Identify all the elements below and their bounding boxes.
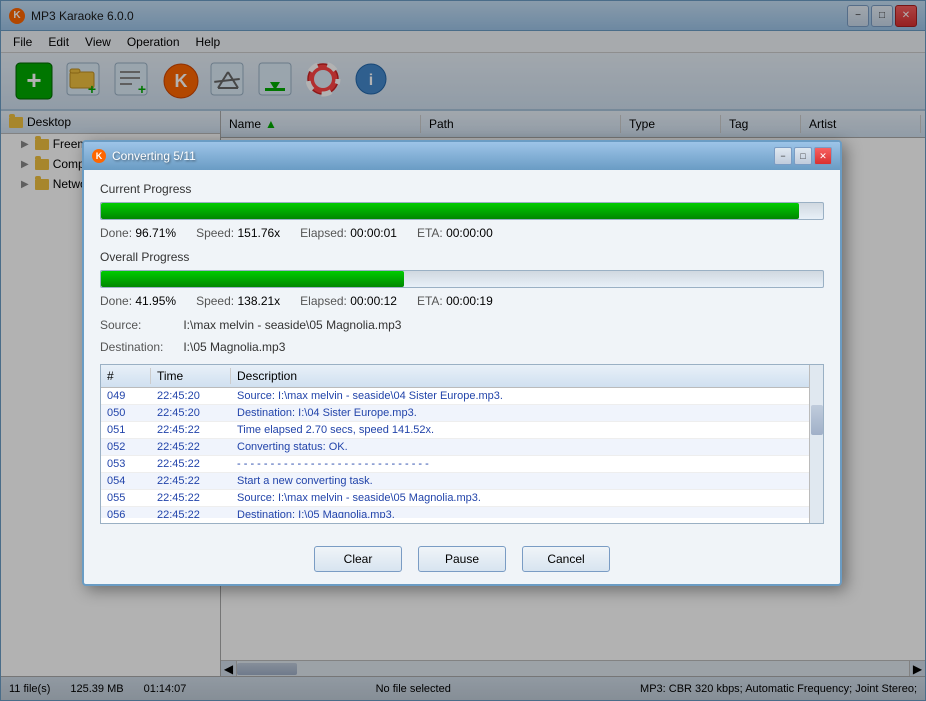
- dialog-controls: − □ ✕: [774, 147, 832, 165]
- current-elapsed-value: 00:00:01: [350, 226, 397, 240]
- overall-progress-label: Overall Progress: [100, 250, 824, 264]
- dialog-minimize-button[interactable]: −: [774, 147, 792, 165]
- log-scrollbar[interactable]: [809, 365, 823, 523]
- log-cell-desc: Start a new converting task.: [231, 473, 823, 489]
- cancel-button[interactable]: Cancel: [522, 546, 610, 572]
- current-elapsed-label: Elapsed:: [300, 226, 347, 240]
- log-cell-num: 053: [101, 456, 151, 472]
- log-cell-time: 22:45:20: [151, 388, 231, 404]
- log-cell-desc: Source: I:\max melvin - seaside\04 Siste…: [231, 388, 823, 404]
- modal-overlay: K Converting 5/11 − □ ✕ Current Progress…: [0, 0, 926, 701]
- log-cell-num: 051: [101, 422, 151, 438]
- log-cell-desc: Destination: I:\04 Sister Europe.mp3.: [231, 405, 823, 421]
- log-cell-time: 22:45:20: [151, 405, 231, 421]
- overall-elapsed-label: Elapsed:: [300, 294, 347, 308]
- log-cell-time: 22:45:22: [151, 439, 231, 455]
- log-cell-time: 22:45:22: [151, 422, 231, 438]
- log-body[interactable]: 049 22:45:20 Source: I:\max melvin - sea…: [101, 388, 823, 518]
- current-speed-label: Speed:: [196, 226, 234, 240]
- overall-done-value: 41.95%: [135, 294, 176, 308]
- overall-progress-bar: [100, 270, 824, 288]
- current-progress-fill: [101, 203, 799, 219]
- log-cell-num: 052: [101, 439, 151, 455]
- overall-speed-label: Speed:: [196, 294, 234, 308]
- log-cell-num: 055: [101, 490, 151, 506]
- log-row: 056 22:45:22 Destination: I:\05 Magnolia…: [101, 507, 823, 518]
- overall-done-label: Done:: [100, 294, 132, 308]
- log-cell-desc: Destination: I:\05 Magnolia.mp3.: [231, 507, 823, 518]
- overall-progress-fill: [101, 271, 404, 287]
- log-cell-time: 22:45:22: [151, 473, 231, 489]
- overall-eta-value: 00:00:19: [446, 294, 493, 308]
- log-row: 051 22:45:22 Time elapsed 2.70 secs, spe…: [101, 422, 823, 439]
- log-row: 050 22:45:20 Destination: I:\04 Sister E…: [101, 405, 823, 422]
- destination-label: Destination:: [100, 340, 180, 354]
- source-value: I:\max melvin - seaside\05 Magnolia.mp3: [183, 318, 401, 332]
- dialog-app-icon: K: [92, 149, 106, 163]
- log-cell-desc: Time elapsed 2.70 secs, speed 141.52x.: [231, 422, 823, 438]
- log-cell-num: 056: [101, 507, 151, 518]
- current-done-value: 96.71%: [135, 226, 176, 240]
- log-col-desc: Description: [231, 368, 823, 384]
- current-speed-value: 151.76x: [237, 226, 280, 240]
- destination-row: Destination: I:\05 Magnolia.mp3: [100, 340, 824, 354]
- log-row: 055 22:45:22 Source: I:\max melvin - sea…: [101, 490, 823, 507]
- dialog-title: Converting 5/11: [112, 149, 196, 163]
- log-cell-time: 22:45:22: [151, 456, 231, 472]
- current-done-label: Done:: [100, 226, 132, 240]
- overall-elapsed-value: 00:00:12: [350, 294, 397, 308]
- log-col-num: #: [101, 368, 151, 384]
- log-row: 052 22:45:22 Converting status: OK.: [101, 439, 823, 456]
- dialog-maximize-button[interactable]: □: [794, 147, 812, 165]
- pause-button[interactable]: Pause: [418, 546, 506, 572]
- log-col-time: Time: [151, 368, 231, 384]
- dialog-title-left: K Converting 5/11: [92, 149, 196, 163]
- clear-button[interactable]: Clear: [314, 546, 402, 572]
- dialog-title-bar: K Converting 5/11 − □ ✕: [84, 142, 840, 170]
- current-eta-value: 00:00:00: [446, 226, 493, 240]
- current-progress-stats: Done: 96.71% Speed: 151.76x Elapsed: 00:…: [100, 226, 824, 240]
- overall-eta-label: ETA:: [417, 294, 443, 308]
- current-progress-label: Current Progress: [100, 182, 824, 196]
- converting-dialog: K Converting 5/11 − □ ✕ Current Progress…: [82, 140, 842, 586]
- log-header: # Time Description: [101, 365, 823, 388]
- source-label: Source:: [100, 318, 180, 332]
- log-row: 054 22:45:22 Start a new converting task…: [101, 473, 823, 490]
- log-cell-num: 054: [101, 473, 151, 489]
- log-cell-desc: - - - - - - - - - - - - - - - - - - - - …: [231, 456, 823, 472]
- overall-speed-value: 138.21x: [237, 294, 280, 308]
- main-window: K MP3 Karaoke 6.0.0 − □ ✕ File Edit View…: [0, 0, 926, 701]
- dialog-footer: Clear Pause Cancel: [84, 536, 840, 584]
- log-cell-time: 22:45:22: [151, 490, 231, 506]
- log-cell-desc: Source: I:\max melvin - seaside\05 Magno…: [231, 490, 823, 506]
- log-cell-time: 22:45:22: [151, 507, 231, 518]
- dialog-close-button[interactable]: ✕: [814, 147, 832, 165]
- current-progress-bar: [100, 202, 824, 220]
- destination-value: I:\05 Magnolia.mp3: [183, 340, 285, 354]
- current-eta-label: ETA:: [417, 226, 443, 240]
- overall-progress-stats: Done: 41.95% Speed: 138.21x Elapsed: 00:…: [100, 294, 824, 308]
- log-container: # Time Description 049 22:45:20 Source: …: [100, 364, 824, 524]
- dialog-body: Current Progress Done: 96.71% Speed: 151…: [84, 170, 840, 536]
- log-scroll-thumb[interactable]: [811, 405, 823, 435]
- log-cell-num: 050: [101, 405, 151, 421]
- log-row: 049 22:45:20 Source: I:\max melvin - sea…: [101, 388, 823, 405]
- source-row: Source: I:\max melvin - seaside\05 Magno…: [100, 318, 824, 332]
- log-row: 053 22:45:22 - - - - - - - - - - - - - -…: [101, 456, 823, 473]
- log-cell-num: 049: [101, 388, 151, 404]
- log-cell-desc: Converting status: OK.: [231, 439, 823, 455]
